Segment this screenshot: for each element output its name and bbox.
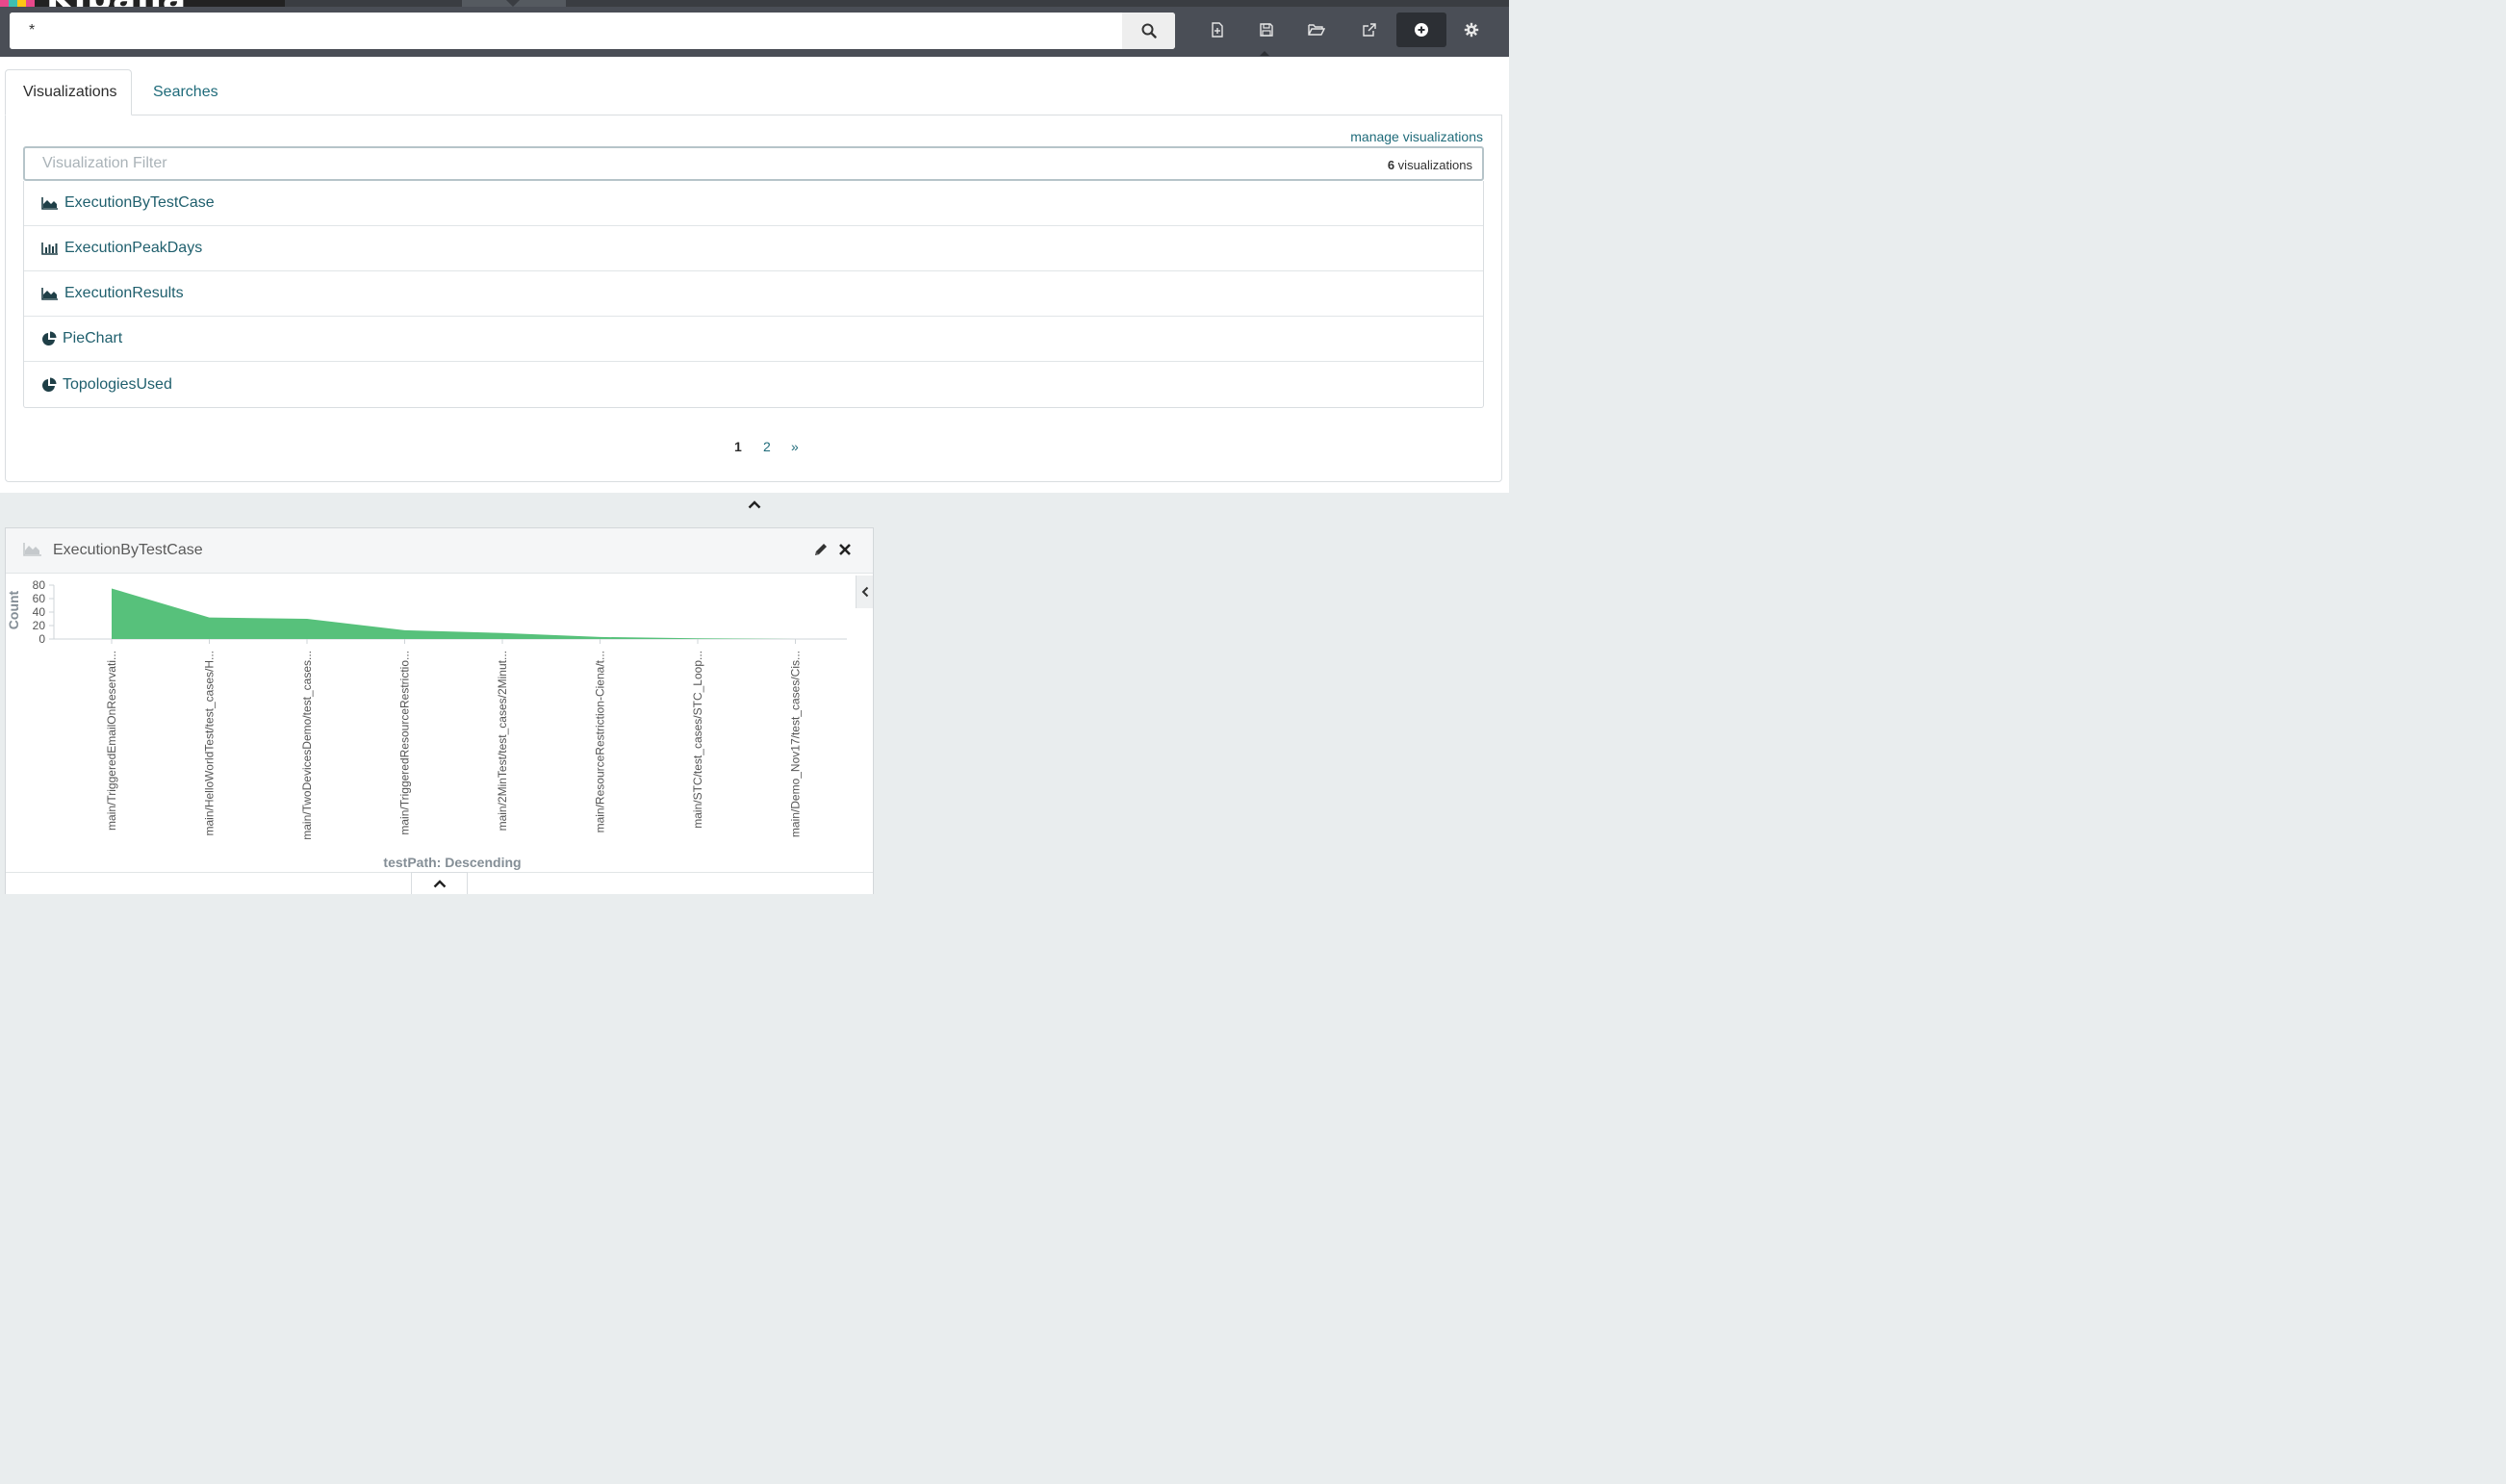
list-item-label: TopologiesUsed bbox=[63, 375, 172, 393]
x-tick-label: main/ResourceRestriction-Ciena/t... bbox=[594, 651, 607, 832]
visualization-count: 6 visualizations bbox=[1388, 158, 1472, 172]
y-axis-label: Count bbox=[6, 590, 21, 629]
edit-panel-button[interactable] bbox=[813, 542, 831, 559]
new-dashboard-button[interactable] bbox=[1192, 13, 1242, 47]
bar-chart-icon bbox=[41, 243, 58, 255]
open-folder-icon bbox=[1308, 24, 1325, 36]
visualization-count-label: visualizations bbox=[1394, 158, 1472, 172]
pagination-next[interactable]: » bbox=[791, 439, 799, 454]
kibana-logo[interactable]: Kibana bbox=[0, 0, 285, 7]
list-item[interactable]: ExecutionByTestCase bbox=[24, 181, 1483, 226]
x-tick-label: main/HelloWorldTest/test_cases/H... bbox=[203, 651, 217, 836]
nav-tab-caret bbox=[506, 0, 520, 7]
search-button[interactable] bbox=[1122, 13, 1175, 49]
toggle-spy-button[interactable] bbox=[411, 872, 468, 894]
x-tick-label: main/TwoDevicesDemo/test_cases... bbox=[300, 651, 314, 840]
chevron-up-icon bbox=[748, 499, 761, 508]
pagination-page-2[interactable]: 2 bbox=[763, 439, 771, 454]
share-icon bbox=[1363, 23, 1376, 37]
pencil-icon bbox=[815, 544, 827, 555]
area-chart-icon bbox=[23, 543, 41, 556]
list-item[interactable]: ExecutionResults bbox=[24, 271, 1483, 317]
data-point[interactable] bbox=[304, 616, 310, 622]
y-tick-label: 0 bbox=[38, 632, 45, 646]
visualization-count-number: 6 bbox=[1387, 158, 1395, 172]
area-chart-icon bbox=[41, 288, 58, 300]
legend-toggle[interactable] bbox=[856, 576, 873, 608]
share-button[interactable] bbox=[1344, 13, 1394, 47]
tab-searches[interactable]: Searches bbox=[136, 69, 236, 115]
list-item-label: ExecutionResults bbox=[64, 285, 184, 301]
settings-button[interactable] bbox=[1446, 13, 1496, 47]
y-tick-label: 40 bbox=[33, 605, 46, 619]
chevron-up-icon bbox=[433, 879, 446, 887]
list-item[interactable]: ExecutionPeakDays bbox=[24, 226, 1483, 271]
list-item-label: ExecutionPeakDays bbox=[64, 240, 203, 256]
collapse-picker-bar[interactable] bbox=[0, 493, 1509, 516]
pie-chart-icon bbox=[42, 331, 57, 345]
x-tick-label: main/Demo_Nov17/test_cases/Cis... bbox=[789, 651, 803, 837]
visualization-filter: 6 visualizations bbox=[23, 146, 1484, 181]
panel-title: ExecutionByTestCase bbox=[53, 542, 203, 558]
search-icon bbox=[1141, 23, 1157, 38]
y-tick-label: 20 bbox=[33, 619, 46, 632]
settings-gear-icon bbox=[1464, 22, 1479, 38]
chevron-left-icon bbox=[861, 586, 868, 598]
data-point[interactable] bbox=[499, 630, 505, 636]
x-tick-label: main/TriggeredResourceRestrictio... bbox=[398, 651, 412, 835]
data-point[interactable] bbox=[402, 627, 408, 633]
new-dashboard-icon bbox=[1212, 22, 1223, 38]
area-chart-icon bbox=[41, 197, 58, 210]
pagination-page-1[interactable]: 1 bbox=[734, 439, 742, 454]
list-item-label: PieChart bbox=[63, 330, 123, 346]
save-icon bbox=[1260, 23, 1273, 37]
tab-visualizations[interactable]: Visualizations bbox=[5, 69, 132, 115]
list-item-label: ExecutionByTestCase bbox=[64, 194, 215, 211]
list-item[interactable]: TopologiesUsed bbox=[24, 362, 1483, 407]
x-tick-label: main/TriggeredEmailOnReservati... bbox=[105, 651, 118, 831]
open-button[interactable] bbox=[1291, 13, 1342, 47]
x-tick-label: main/STC/test_cases/STC_Loop... bbox=[691, 651, 704, 829]
toolbar-caret bbox=[1260, 51, 1269, 56]
query-bar bbox=[10, 13, 1175, 49]
add-icon bbox=[1415, 23, 1428, 37]
remove-panel-button[interactable] bbox=[837, 542, 855, 559]
add-panel-button[interactable] bbox=[1396, 13, 1446, 47]
visualization-list: ExecutionByTestCase ExecutionPeakDays Ex… bbox=[23, 181, 1484, 408]
area-chart: Count 020406080 main/TriggeredEmailOnRese… bbox=[6, 578, 847, 870]
list-item[interactable]: PieChart bbox=[24, 317, 1483, 362]
save-button[interactable] bbox=[1241, 13, 1291, 47]
manage-visualizations-link[interactable]: manage visualizations bbox=[1350, 129, 1483, 144]
x-tick-label: main/2MinTest/test_cases/2Minut... bbox=[496, 651, 509, 831]
query-input[interactable] bbox=[10, 13, 1122, 49]
visualization-filter-input[interactable] bbox=[25, 148, 1353, 179]
y-tick-label: 60 bbox=[33, 592, 46, 605]
close-icon bbox=[839, 544, 851, 555]
data-point[interactable] bbox=[109, 586, 115, 592]
data-point[interactable] bbox=[207, 615, 213, 621]
pie-chart-icon bbox=[42, 377, 57, 392]
area-series[interactable] bbox=[112, 588, 796, 640]
x-axis-label: testPath: Descending bbox=[383, 855, 521, 870]
y-tick-label: 80 bbox=[33, 578, 46, 592]
